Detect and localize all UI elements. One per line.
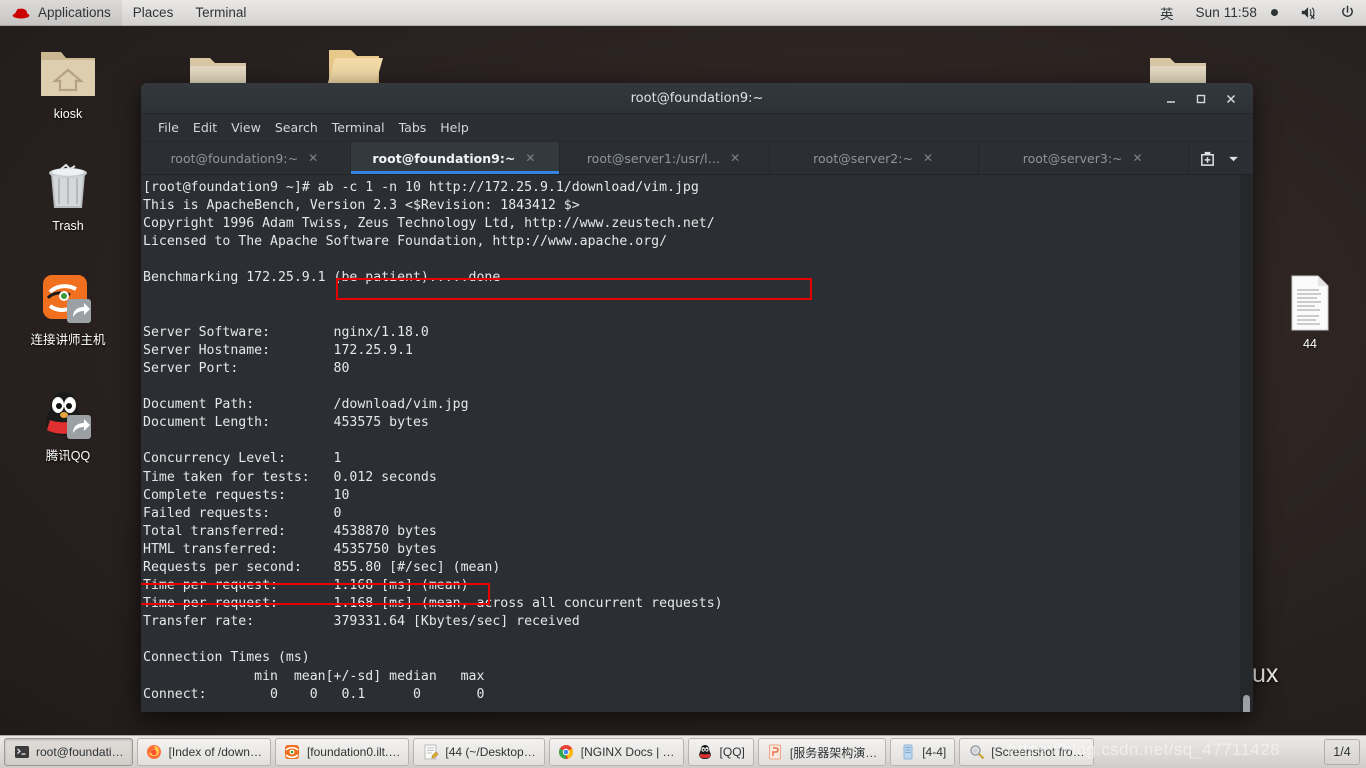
tab-3[interactable]: root@server2:~ ✕ xyxy=(770,142,980,174)
taskbar-item-vnc[interactable]: [foundation0.ilt.… xyxy=(274,738,410,766)
maximize-button[interactable] xyxy=(1187,86,1215,112)
document-icon xyxy=(899,744,916,761)
qq-icon xyxy=(697,744,714,761)
desktop-icon-label: 连接讲师主机 xyxy=(30,333,106,347)
taskbar-item-label: [4-4] xyxy=(922,745,947,759)
wps-presentation-icon xyxy=(767,744,784,761)
desktop-icon-44[interactable]: 44 xyxy=(1262,268,1358,352)
menu-terminal[interactable]: Terminal xyxy=(325,117,392,138)
tab-4[interactable]: root@server3:~ ✕ xyxy=(979,142,1189,174)
tab-close-icon[interactable]: ✕ xyxy=(523,151,537,165)
taskbar-item-label: [QQ] xyxy=(719,745,745,759)
tab-close-icon[interactable]: ✕ xyxy=(728,151,742,165)
volume-muted-icon[interactable] xyxy=(1289,0,1329,26)
close-button[interactable] xyxy=(1217,86,1245,112)
tab-1[interactable]: root@foundation9:~ ✕ xyxy=(350,142,561,174)
tab-close-icon[interactable]: ✕ xyxy=(306,151,320,165)
input-method-label: 英 xyxy=(1160,6,1174,22)
tab-2[interactable]: root@server1:/usr/l… ✕ xyxy=(560,142,770,174)
tab-0[interactable]: root@foundation9:~ ✕ xyxy=(141,142,351,174)
taskbar-item-presentation[interactable]: [服务器架构演… xyxy=(757,738,887,766)
taskbar-item-screenshot[interactable]: [Screenshot fro… xyxy=(959,738,1094,766)
menu-help[interactable]: Help xyxy=(433,117,476,138)
terminal-icon xyxy=(13,744,30,761)
home-folder-icon xyxy=(20,38,116,102)
menu-tabs[interactable]: Tabs xyxy=(392,117,434,138)
clock-label: Sun 11:58 xyxy=(1195,5,1257,20)
taskbar-item-label: [Screenshot fro… xyxy=(991,745,1085,759)
applications-menu[interactable]: Applications xyxy=(0,0,122,26)
terminal-label: Terminal xyxy=(195,5,247,20)
desktop-icon-label: Trash xyxy=(52,219,84,233)
menu-search[interactable]: Search xyxy=(268,117,325,138)
tab-label: root@foundation9:~ xyxy=(372,150,516,166)
screenshot-icon xyxy=(968,744,985,761)
tab-label: root@server1:/usr/l… xyxy=(586,150,721,166)
terminal-menu[interactable]: Terminal xyxy=(184,0,257,26)
workspace-label: 1/4 xyxy=(1333,745,1351,759)
tabbar: root@foundation9:~ ✕ root@foundation9:~ … xyxy=(141,142,1253,175)
taskbar-item-qq[interactable]: [QQ] xyxy=(687,738,754,766)
minimize-button[interactable] xyxy=(1157,86,1185,112)
taskbar-item-chrome[interactable]: [NGINX Docs | … xyxy=(548,738,684,766)
desktop-icon-kiosk[interactable]: kiosk xyxy=(20,38,116,122)
redhat-logo-icon xyxy=(11,6,31,20)
taskbar: root@foundati… [Index of /down… [foundat… xyxy=(0,735,1366,768)
desktop-icon-trash[interactable]: Trash xyxy=(20,150,116,234)
desktop-icon-instructor-host[interactable]: 连接讲师主机 xyxy=(20,264,116,348)
recording-dot-icon xyxy=(1271,9,1278,16)
terminal-scrollbar[interactable] xyxy=(1240,175,1253,712)
window-title: root@foundation9:~ xyxy=(630,90,764,106)
taskbar-item-label: root@foundati… xyxy=(36,745,124,759)
places-menu[interactable]: Places xyxy=(122,0,185,26)
terminal-output-text: [root@foundation9 ~]# ab -c 1 -n 10 http… xyxy=(143,180,723,702)
workspace-indicator[interactable]: 1/4 xyxy=(1324,739,1360,765)
tab-close-icon[interactable]: ✕ xyxy=(1131,151,1145,165)
desktop-icon-qq[interactable]: 腾讯QQ xyxy=(20,380,116,464)
clock[interactable]: Sun 11:58 xyxy=(1185,0,1289,26)
vnc-shortcut-icon xyxy=(20,264,116,328)
taskbar-item-terminal[interactable]: root@foundati… xyxy=(4,738,133,766)
terminal-window[interactable]: root@foundation9:~ File Edit View Search… xyxy=(141,83,1253,712)
places-label: Places xyxy=(132,5,174,20)
tab-label: root@foundation9:~ xyxy=(170,150,299,166)
applications-label: Applications xyxy=(38,5,111,20)
power-icon[interactable] xyxy=(1329,0,1366,26)
taskbar-item-label: [服务器架构演… xyxy=(789,745,878,760)
taskbar-item-label: [Index of /down… xyxy=(168,745,262,759)
input-method-indicator[interactable]: 英 xyxy=(1149,0,1185,26)
menu-file[interactable]: File xyxy=(151,117,186,138)
tabbar-tools xyxy=(1189,142,1253,174)
new-tab-icon[interactable] xyxy=(1197,147,1219,169)
tab-label: root@server2:~ xyxy=(813,150,913,166)
menu-view[interactable]: View xyxy=(224,117,268,138)
chevron-down-icon[interactable] xyxy=(1223,147,1245,169)
taskbar-item-firefox[interactable]: [Index of /down… xyxy=(136,738,271,766)
desktop-icon-label: 44 xyxy=(1303,337,1317,351)
firefox-icon xyxy=(146,744,163,761)
scrollbar-thumb[interactable] xyxy=(1243,695,1250,712)
window-titlebar[interactable]: root@foundation9:~ xyxy=(141,83,1253,114)
taskbar-item-text-editor[interactable]: [44 (~/Desktop… xyxy=(413,738,545,766)
tab-label: root@server3:~ xyxy=(1022,150,1123,166)
desktop-icon-label: kiosk xyxy=(53,107,83,121)
window-controls xyxy=(1157,83,1245,114)
top-panel: Applications Places Terminal 英 Sun 11:58 xyxy=(0,0,1366,26)
menu-edit[interactable]: Edit xyxy=(186,117,224,138)
desktop-icon-label: 腾讯QQ xyxy=(45,449,91,463)
taskbar-item-label: [44 (~/Desktop… xyxy=(445,745,536,759)
trash-icon xyxy=(20,150,116,214)
menubar: File Edit View Search Terminal Tabs Help xyxy=(141,114,1253,142)
terminal-output-area[interactable]: [root@foundation9 ~]# ab -c 1 -n 10 http… xyxy=(141,175,1253,712)
taskbar-item-document[interactable]: [4-4] xyxy=(890,738,956,766)
vnc-viewer-icon xyxy=(284,744,301,761)
text-document-icon xyxy=(1262,268,1358,332)
taskbar-item-label: [NGINX Docs | … xyxy=(580,745,675,759)
tab-close-icon[interactable]: ✕ xyxy=(921,151,935,165)
qq-penguin-shortcut-icon xyxy=(20,380,116,444)
text-editor-icon xyxy=(422,744,439,761)
desktop-background-text: ux xyxy=(1252,660,1279,688)
taskbar-item-label: [foundation0.ilt.… xyxy=(306,745,401,759)
chrome-icon xyxy=(558,744,575,761)
